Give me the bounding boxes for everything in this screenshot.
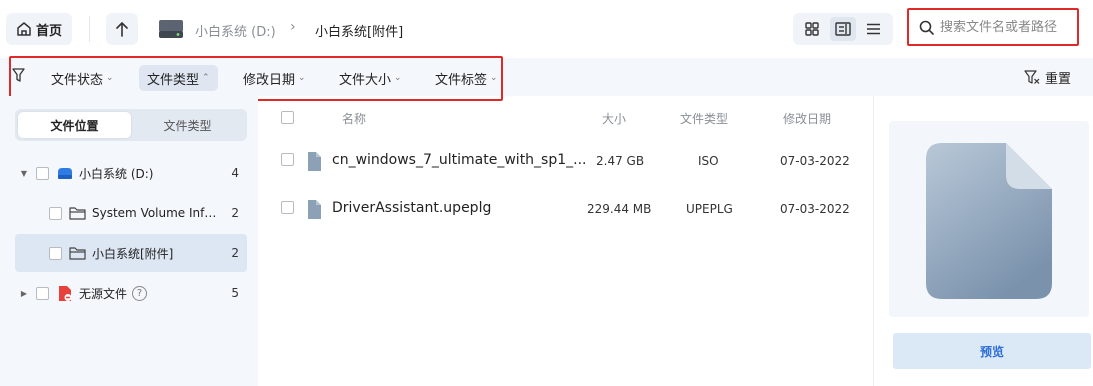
tree-item-count: 2 xyxy=(231,246,239,260)
file-icon xyxy=(308,200,321,219)
arrow-up-icon xyxy=(116,22,128,37)
preview-button[interactable]: 预览 xyxy=(893,333,1091,369)
breadcrumb-current: 小白系统[附件] xyxy=(315,25,404,40)
tree-item-label: System Volume Information xyxy=(92,206,223,220)
caret-down-icon[interactable]: ▼ xyxy=(19,169,29,178)
detail-list-icon xyxy=(835,22,851,36)
tree-item-label: 小白系统[附件] xyxy=(92,246,174,261)
divider xyxy=(89,16,90,42)
column-header-size[interactable]: 大小 xyxy=(602,110,626,128)
breadcrumb-drive[interactable]: 小白系统 (D:) xyxy=(195,21,276,40)
breadcrumb-separator: › xyxy=(290,19,296,35)
file-name: cn_windows_7_ultimate_with_sp1_... xyxy=(332,152,587,168)
tree-checkbox[interactable] xyxy=(36,166,49,180)
file-checkbox[interactable] xyxy=(281,153,294,166)
search-box xyxy=(907,8,1079,46)
home-icon xyxy=(17,22,31,36)
folder-icon xyxy=(69,247,86,260)
tab-file-location[interactable]: 文件位置 xyxy=(18,112,131,138)
tree-checkbox[interactable] xyxy=(36,286,49,300)
file-row[interactable]: cn_windows_7_ultimate_with_sp1_... 2.47 … xyxy=(270,141,864,181)
preview-area xyxy=(889,121,1089,317)
home-label: 首页 xyxy=(35,23,62,39)
folder-icon xyxy=(69,207,86,220)
drive-icon xyxy=(58,168,72,179)
tree-item-label: 无源文件 xyxy=(79,286,128,301)
panel-divider xyxy=(873,96,874,386)
tree-checkbox[interactable] xyxy=(49,206,62,220)
tree-item-attachments[interactable]: 小白系统[附件] 2 xyxy=(15,234,247,272)
detail-view-button[interactable] xyxy=(829,17,856,41)
file-date: 07-03-2022 xyxy=(780,202,850,216)
reset-label: 重置 xyxy=(1045,72,1072,87)
home-button[interactable]: 首页 xyxy=(6,13,72,45)
large-file-icon xyxy=(926,143,1052,299)
file-type: ISO xyxy=(698,154,719,168)
file-name: DriverAssistant.upeplg xyxy=(332,200,492,216)
tree-item-count: 5 xyxy=(231,286,239,300)
list-view-button[interactable] xyxy=(861,17,887,41)
tree-item-system-volume[interactable]: System Volume Information 2 xyxy=(15,194,247,232)
file-size: 2.47 GB xyxy=(596,154,645,168)
grid-icon xyxy=(805,22,820,36)
tab-file-type[interactable]: 文件类型 xyxy=(131,112,244,138)
file-icon xyxy=(308,152,321,171)
search-icon xyxy=(919,20,934,35)
view-mode-switcher xyxy=(793,13,893,45)
select-all-checkbox[interactable] xyxy=(281,111,294,124)
tree-item-count: 2 xyxy=(231,206,239,220)
file-row[interactable]: DriverAssistant.upeplg 229.44 MB UPEPLG … xyxy=(270,189,864,229)
tree-checkbox[interactable] xyxy=(49,246,62,260)
file-type: UPEPLG xyxy=(686,202,733,216)
list-icon xyxy=(867,23,881,35)
filter-highlight-box xyxy=(9,56,503,101)
help-icon[interactable]: ? xyxy=(132,285,148,301)
tree-item-drive[interactable]: ▼ 小白系统 (D:) 4 xyxy=(15,154,247,192)
column-header-date[interactable]: 修改日期 xyxy=(783,110,831,128)
tree-item-orphan-files[interactable]: ▶ 无源文件 ? 5 xyxy=(15,274,247,312)
orphan-file-icon xyxy=(59,285,72,301)
file-size: 229.44 MB xyxy=(587,202,652,216)
file-date: 07-03-2022 xyxy=(780,154,850,168)
drive-icon xyxy=(159,20,183,38)
tree-item-label: 小白系统 (D:) xyxy=(79,166,154,181)
tree-item-count: 4 xyxy=(231,166,239,180)
up-folder-button[interactable] xyxy=(106,13,138,45)
reset-filters-button[interactable]: 重置 xyxy=(1024,68,1071,87)
clear-filter-icon xyxy=(1024,70,1040,84)
top-bar: 首页 小白系统 (D:) › 小白系统[附件] xyxy=(0,0,1093,58)
file-checkbox[interactable] xyxy=(281,201,294,214)
grid-view-button[interactable] xyxy=(799,17,825,41)
column-header-type[interactable]: 文件类型 xyxy=(680,110,728,128)
caret-right-icon[interactable]: ▶ xyxy=(19,289,29,298)
search-input[interactable] xyxy=(940,19,1075,35)
column-header-name[interactable]: 名称 xyxy=(342,110,366,128)
location-type-toggle: 文件位置 文件类型 xyxy=(15,109,247,141)
